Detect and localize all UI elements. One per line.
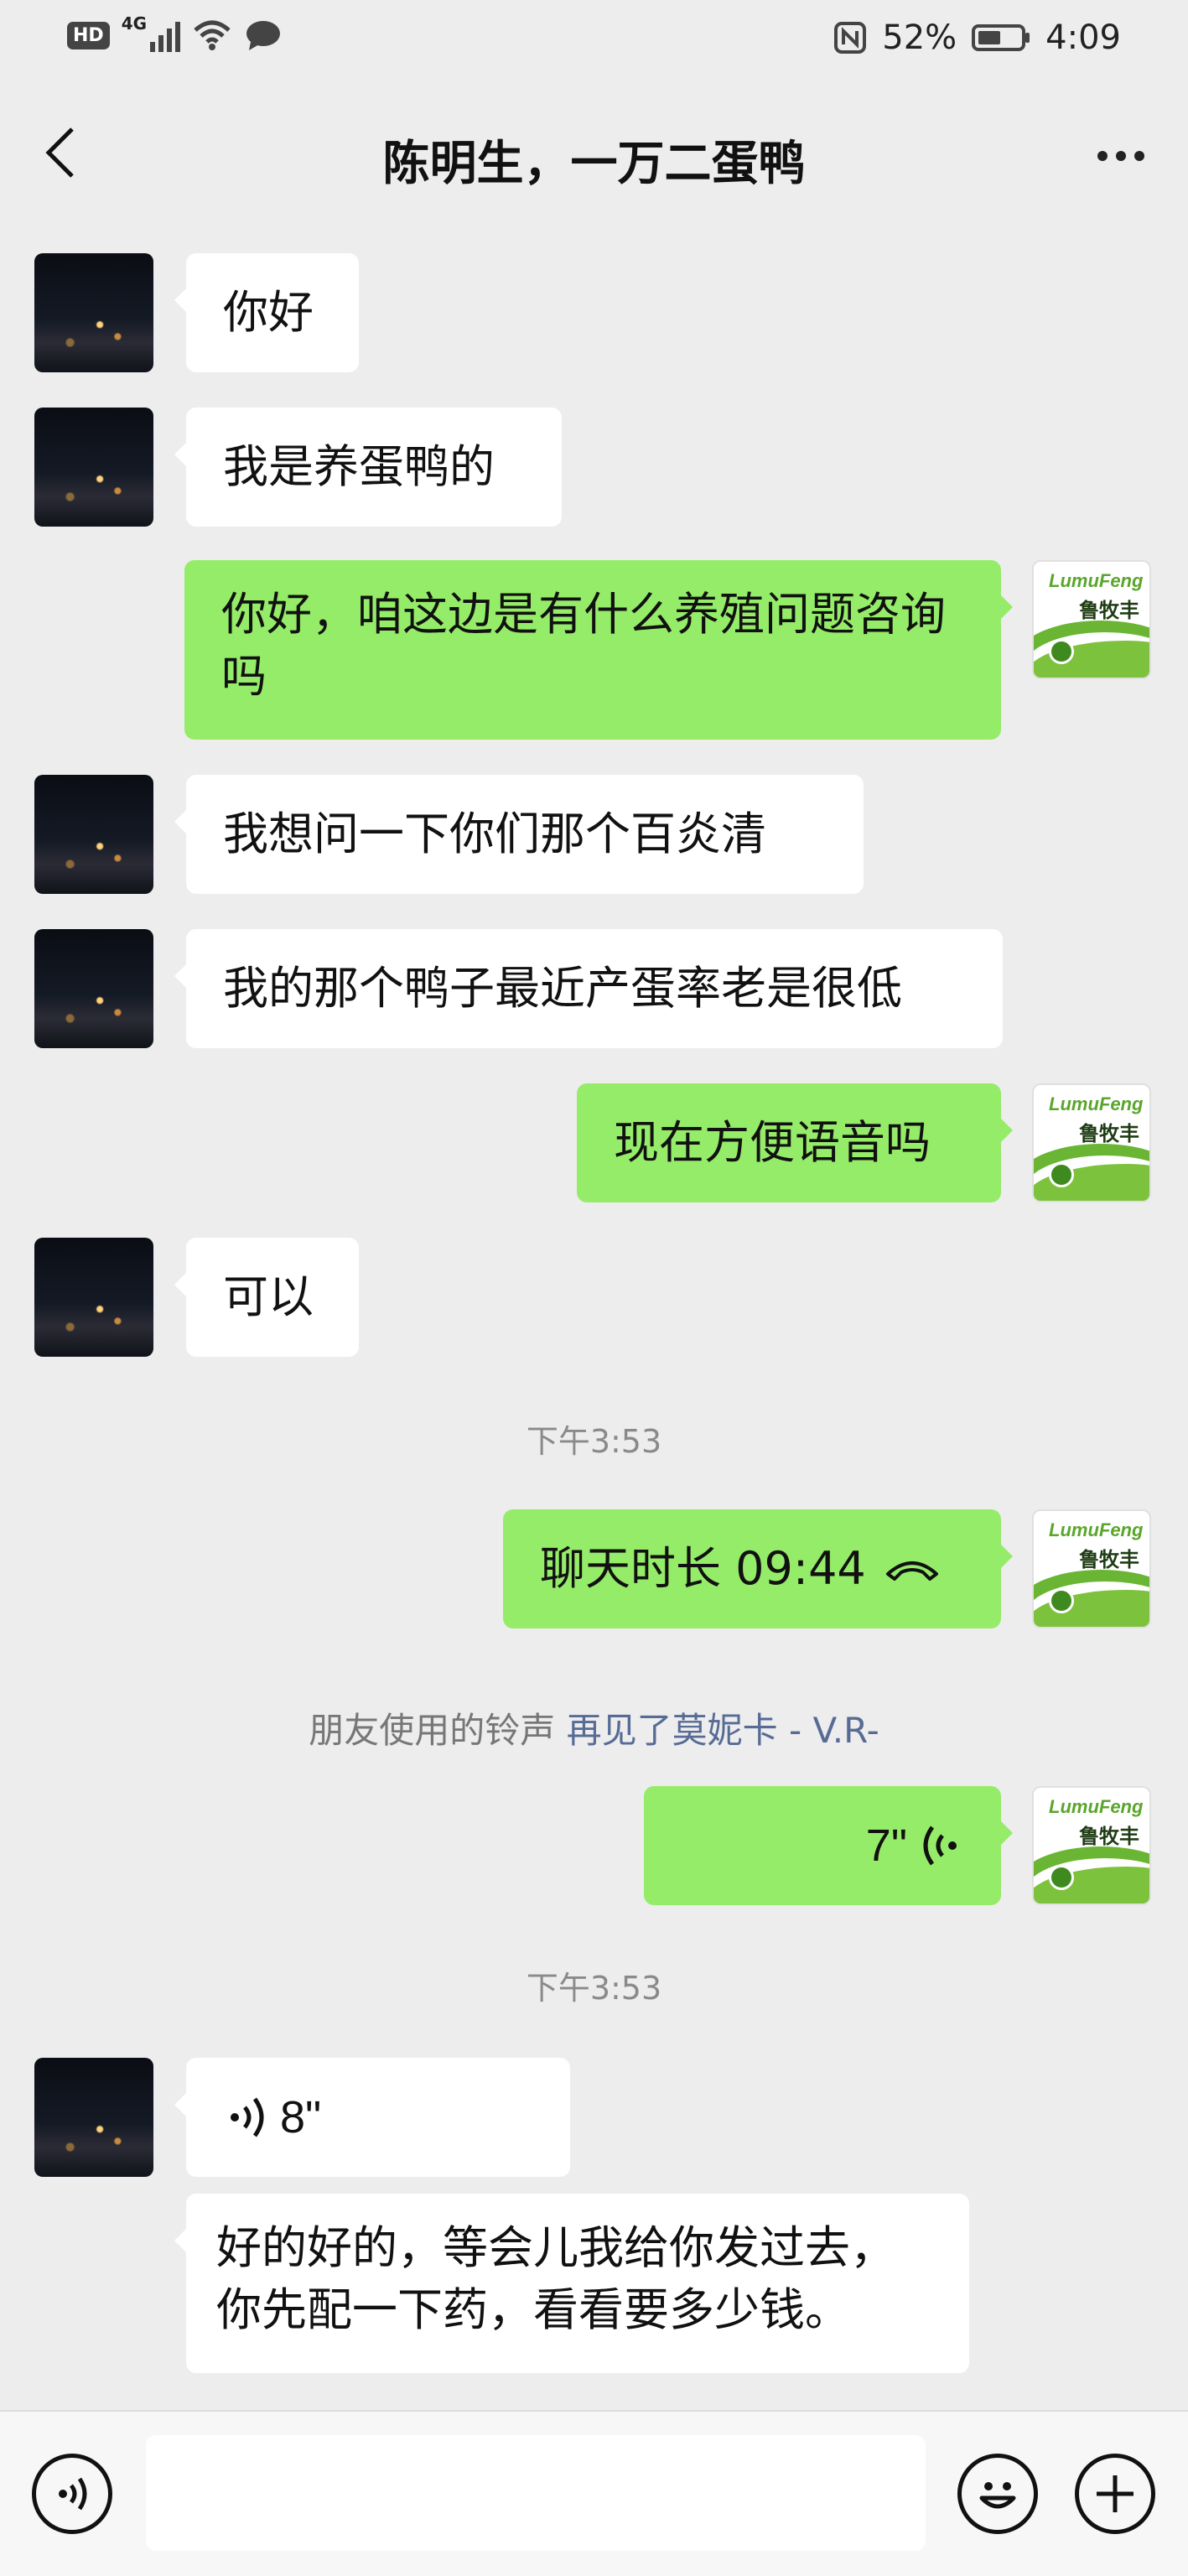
message-bubble-incoming[interactable]: 可以 <box>174 1238 359 1357</box>
message-text: 我的那个鸭子最近产蛋率老是很低 <box>223 962 902 1015</box>
more-options-button[interactable] <box>1087 131 1154 181</box>
back-button[interactable] <box>35 127 86 178</box>
message-bubble-incoming[interactable]: 好的好的，等会儿我给你发过去， 你先配一下药，看看要多少钱。 <box>174 2194 969 2373</box>
my-avatar[interactable]: LumuFeng 鲁牧丰 <box>1032 560 1151 679</box>
message-text: 现在方便语音吗 <box>614 1116 931 1169</box>
voice-call-record[interactable]: 聊天时长 09:44 <box>503 1509 1013 1628</box>
voice-duration: 8" <box>280 2092 322 2142</box>
voice-duration: 7" <box>865 1820 907 1871</box>
contact-avatar[interactable] <box>34 775 153 894</box>
message-text: 你好 <box>223 286 314 339</box>
brand-logo-cn: 鲁牧丰 <box>1079 1122 1139 1145</box>
ringtone-prefix: 朋友使用的铃声 <box>309 1710 556 1751</box>
message-text: 我想问一下你们那个百炎清 <box>223 808 766 860</box>
voice-input-icon <box>59 2477 87 2511</box>
my-avatar[interactable]: LumuFeng 鲁牧丰 <box>1032 1509 1151 1628</box>
network-label: 4G <box>121 13 148 34</box>
contact-avatar[interactable] <box>34 408 153 527</box>
voice-message-outgoing[interactable]: 7" <box>644 1786 1013 1905</box>
timestamp: 下午3:53 <box>526 1970 662 2007</box>
ringtone-notice: 朋友使用的铃声 再见了莫妮卡 - V.R- <box>0 1702 1188 1753</box>
voice-message-incoming[interactable]: 8" <box>174 2058 570 2177</box>
message-bubble-incoming[interactable]: 我的那个鸭子最近产蛋率老是很低 <box>174 929 1003 1048</box>
clock: 4:09 <box>1045 18 1121 57</box>
message-text: 我是养蛋鸭的 <box>223 440 495 493</box>
status-bar: HD 4G 52% 4:09 <box>0 0 1188 80</box>
my-avatar[interactable]: LumuFeng 鲁牧丰 <box>1032 1083 1151 1202</box>
brand-logo-text: LumuFeng <box>1049 1093 1144 1114</box>
chevron-left-icon <box>45 127 74 178</box>
voice-input-button[interactable] <box>32 2454 112 2534</box>
message-input[interactable] <box>146 2435 926 2551</box>
add-attachment-button[interactable] <box>1075 2454 1155 2534</box>
more-icon-dot <box>1116 151 1126 161</box>
emoji-icon <box>979 2482 1016 2509</box>
phone-hangup-icon <box>885 1561 938 1581</box>
plus-icon <box>1097 2475 1134 2512</box>
message-bubble-outgoing[interactable]: 现在方便语音吗 <box>577 1083 1013 1202</box>
more-icon-dot <box>1134 151 1144 161</box>
message-text-line: 好的好的，等会儿我给你发过去， <box>216 2221 895 2274</box>
emoji-button[interactable] <box>957 2454 1038 2534</box>
message-bubble-incoming[interactable]: 我是养蛋鸭的 <box>174 408 562 527</box>
hd-badge: HD <box>67 21 110 49</box>
brand-logo-text: LumuFeng <box>1049 1796 1144 1817</box>
message-text: 你好，咱这边是有什么养殖问题咨询吗 <box>221 588 946 703</box>
brand-logo-cn: 鲁牧丰 <box>1079 1825 1139 1848</box>
network-indicator: 4G <box>122 13 180 52</box>
chat-header: 陈明生，一万二蛋鸭 <box>0 80 1188 231</box>
battery-icon <box>972 24 1030 51</box>
input-bar <box>0 2410 1188 2576</box>
ringtone-song-link[interactable]: 再见了莫妮卡 - V.R- <box>567 1710 879 1751</box>
message-text: 可以 <box>223 1270 314 1323</box>
message-text-line: 你先配一下药，看看要多少钱。 <box>216 2283 850 2336</box>
brand-logo-text: LumuFeng <box>1049 1519 1144 1540</box>
message-bubble-outgoing[interactable]: 你好，咱这边是有什么养殖问题咨询吗 <box>184 560 1013 740</box>
message-bubble-incoming[interactable]: 我想问一下你们那个百炎清 <box>174 775 864 894</box>
message-bubble-incoming[interactable]: 你好 <box>174 253 359 372</box>
brand-logo-cn: 鲁牧丰 <box>1079 1548 1139 1571</box>
chat-title: 陈明生，一万二蛋鸭 <box>382 137 806 191</box>
battery-percent: 52% <box>882 18 957 57</box>
call-duration-label: 聊天时长 09:44 <box>540 1542 866 1595</box>
brand-logo-cn: 鲁牧丰 <box>1079 599 1139 622</box>
timestamp: 下午3:53 <box>526 1423 662 1460</box>
contact-avatar[interactable] <box>34 2058 153 2177</box>
contact-avatar[interactable] <box>34 1238 153 1357</box>
brand-logo-text: LumuFeng <box>1049 570 1144 591</box>
contact-avatar[interactable] <box>34 253 153 372</box>
nfc-icon <box>834 22 867 54</box>
wifi-icon <box>194 20 231 50</box>
my-avatar[interactable]: LumuFeng 鲁牧丰 <box>1032 1786 1151 1905</box>
contact-avatar[interactable] <box>34 929 153 1048</box>
message-notification-icon <box>246 21 280 50</box>
voice-wave-icon <box>231 2097 264 2137</box>
voice-wave-icon <box>923 1826 957 1866</box>
more-icon-dot <box>1097 151 1108 161</box>
